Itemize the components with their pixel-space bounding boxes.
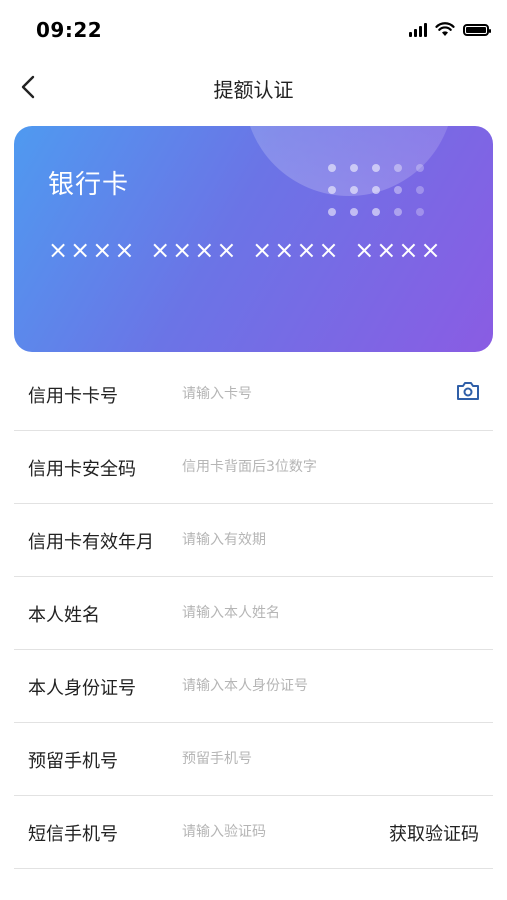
name-input[interactable] <box>182 599 382 627</box>
security-code-label: 信用卡安全码 <box>28 459 136 480</box>
nav-bar: 提额认证 <box>0 60 507 114</box>
status-time: 09:22 <box>36 18 103 42</box>
card-number-label: 信用卡卡号 <box>28 386 118 407</box>
expiry-date-row: 信用卡有效年月 <box>14 504 493 577</box>
card-number: ×××× ×××× ×××× ×××× <box>48 236 443 264</box>
scan-card-button[interactable] <box>455 378 481 404</box>
name-row: 本人姓名 <box>14 577 493 650</box>
expiry-date-input[interactable] <box>182 526 382 554</box>
card-title: 银行卡 <box>48 170 130 200</box>
expiry-date-label: 信用卡有效年月 <box>28 532 154 553</box>
page-title: 提额认证 <box>213 78 294 102</box>
id-number-row: 本人身份证号 <box>14 650 493 723</box>
card-number-input[interactable] <box>182 380 382 408</box>
sms-code-label: 短信手机号 <box>28 824 118 845</box>
id-number-label: 本人身份证号 <box>28 678 136 699</box>
battery-icon <box>463 23 491 36</box>
verification-form: 信用卡卡号 信用卡安全码 信用卡有效年月 本人姓名 本人身份证号 预留手机号 短… <box>14 358 493 869</box>
security-code-row: 信用卡安全码 <box>14 431 493 504</box>
reserved-phone-row: 预留手机号 <box>14 723 493 796</box>
reserved-phone-label: 预留手机号 <box>28 751 118 772</box>
status-icons <box>409 22 491 37</box>
security-code-input[interactable] <box>182 453 382 481</box>
sms-code-input[interactable] <box>182 818 382 846</box>
status-bar: 09:22 <box>0 0 507 60</box>
card-number-row: 信用卡卡号 <box>14 358 493 431</box>
id-number-input[interactable] <box>182 672 382 700</box>
reserved-phone-input[interactable] <box>182 745 382 773</box>
sms-code-row: 短信手机号 获取验证码 <box>14 796 493 869</box>
name-label: 本人姓名 <box>28 605 100 626</box>
signal-icon <box>409 22 427 37</box>
card-decoration-circle <box>244 126 454 196</box>
get-code-button[interactable]: 获取验证码 <box>389 820 479 846</box>
wifi-icon <box>435 22 455 36</box>
bank-card: 银行卡 ×××× ×××× ×××× ×××× <box>14 126 493 352</box>
camera-icon <box>457 382 479 400</box>
